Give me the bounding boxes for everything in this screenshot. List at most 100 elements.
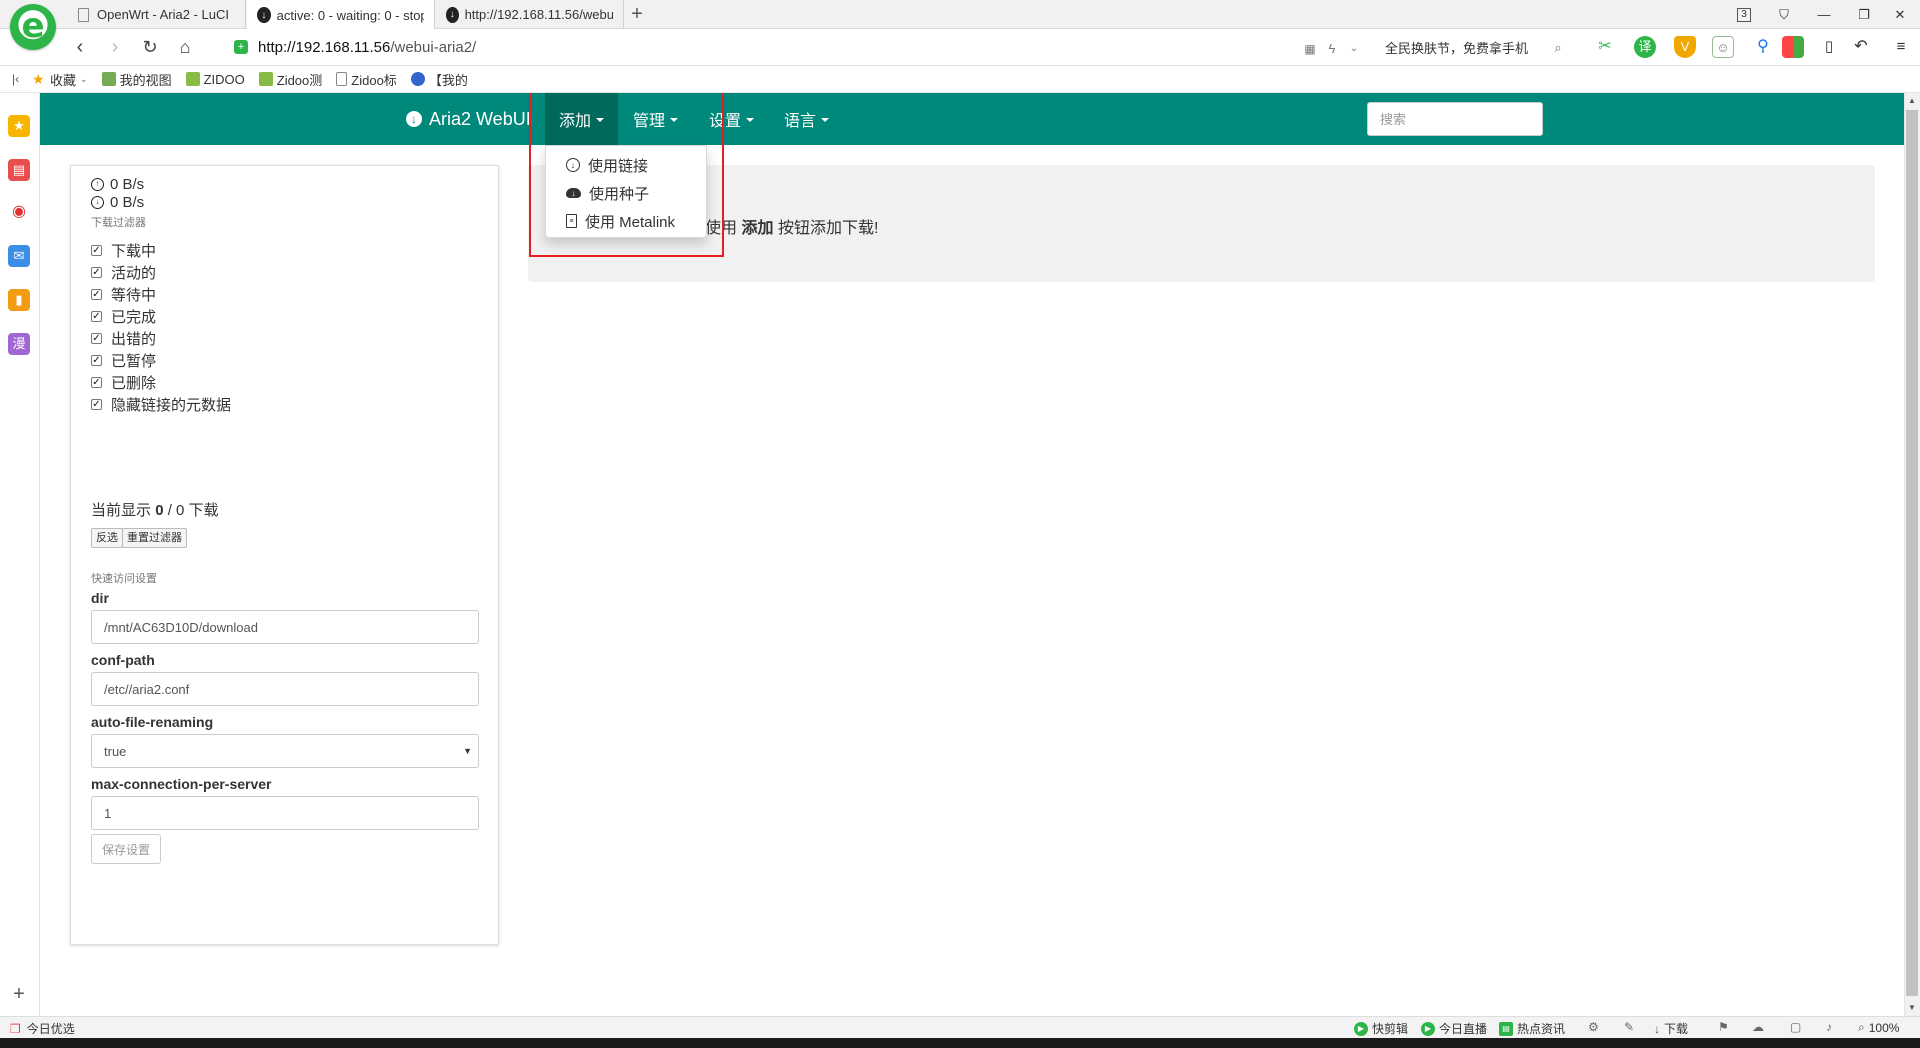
search-icon[interactable]: ⌕ xyxy=(1546,36,1570,60)
today-picks[interactable]: ❐ 今日优选 xyxy=(10,1020,75,1037)
webui-page: ↓ Aria2 WebUI 添加 管理 设置 语言 ↓使用链接 ↓使用种子 ≡使… xyxy=(40,93,1904,1016)
save-settings-button[interactable]: 保存设置 xyxy=(91,834,162,864)
checkbox-checked-icon[interactable]: ✓ xyxy=(91,244,102,256)
window-icon[interactable]: ▢ xyxy=(1790,1020,1801,1034)
browser-tab-active-aria2[interactable]: ↓ active: 0 - waiting: 0 - stopped xyxy=(247,0,435,30)
star-icon: ★ xyxy=(32,71,45,87)
scroll-up-icon[interactable]: ▲ xyxy=(1906,95,1918,107)
max-connection-field[interactable]: 1 xyxy=(91,796,479,830)
filter-removed[interactable]: ✓ 已删除 xyxy=(91,372,156,392)
add-by-uri-item[interactable]: ↓ 使用链接 xyxy=(546,151,706,179)
download-circle-icon: ↓ xyxy=(406,111,422,127)
checkbox-checked-icon[interactable]: ✓ xyxy=(91,354,102,366)
document-icon xyxy=(336,72,348,86)
qr-code-icon[interactable]: ▦ xyxy=(1298,37,1322,61)
filter-error[interactable]: ✓ 出错的 xyxy=(91,328,156,348)
filter-paused[interactable]: ✓ 已暂停 xyxy=(91,350,156,370)
reload-icon[interactable]: ↻ xyxy=(138,35,162,59)
browser-status-bar: ❐ 今日优选 ▶ 快剪辑 ▶ 今日直播 ▤ 热点资讯 ⚙ ✎ ↓ 下载 ⚑ ☁ ▢ ♪ ⌕… xyxy=(0,1016,1920,1038)
bookmark-item[interactable]: ZIDOO xyxy=(185,72,245,87)
max-connection-label: max-connection-per-server xyxy=(91,776,272,792)
volume-icon[interactable]: ♪ xyxy=(1826,1020,1832,1034)
url-text: http://192.168.11.56/webui-aria2/ xyxy=(258,38,477,56)
collapse-sidebar-icon[interactable]: |‹ xyxy=(12,72,24,86)
filter-waiting[interactable]: ✓ 等待中 xyxy=(91,284,156,304)
new-tab-button[interactable]: + xyxy=(626,3,648,25)
lightning-icon[interactable]: ϟ xyxy=(1320,37,1344,61)
checkbox-checked-icon[interactable]: ✓ xyxy=(91,288,102,300)
zoom-icon: ⌕ xyxy=(1858,1020,1865,1034)
translate-extension-icon[interactable]: 译 xyxy=(1634,36,1656,58)
quick-edit-link[interactable]: ▶ 快剪辑 xyxy=(1354,1020,1408,1037)
menu-settings[interactable]: 设置 xyxy=(695,93,768,145)
image-extension-icon[interactable]: ☺ xyxy=(1712,36,1734,58)
mail-icon[interactable]: ✉ xyxy=(8,245,30,267)
filter-active[interactable]: ✓ 活动的 xyxy=(91,262,156,282)
menu-icon[interactable]: ≡ xyxy=(1890,36,1912,58)
forward-icon[interactable]: › xyxy=(103,35,127,59)
browser-tab-openwrt[interactable]: OpenWrt - Aria2 - LuCI xyxy=(66,0,246,29)
bookmark-item[interactable]: 我的视图 xyxy=(101,70,172,89)
add-sidebar-item-icon[interactable]: + xyxy=(8,983,30,1005)
chevron-down-icon[interactable]: ⌄ xyxy=(1342,37,1366,61)
flag-icon[interactable]: ⚑ xyxy=(1718,1020,1729,1034)
search-input[interactable] xyxy=(1367,102,1543,136)
comic-icon[interactable]: 漫 xyxy=(8,333,30,355)
tab-count-button[interactable]: 3 xyxy=(1724,0,1764,29)
filter-downloading[interactable]: ✓ 下载中 xyxy=(91,240,156,260)
cloud-icon[interactable]: ☁ xyxy=(1752,1020,1764,1034)
menu-add[interactable]: 添加 xyxy=(545,93,619,145)
browser-tab-webui[interactable]: ↓ http://192.168.11.56/webui-aria2/ xyxy=(436,0,624,29)
conf-path-field[interactable]: /etc//aria2.conf xyxy=(91,672,479,706)
live-link[interactable]: ▶ 今日直播 xyxy=(1421,1020,1487,1037)
scroll-down-icon[interactable]: ▼ xyxy=(1906,1002,1918,1014)
weibo-icon[interactable]: ◉ xyxy=(8,201,30,223)
skin-shirt-icon[interactable]: ⛉ xyxy=(1764,0,1804,29)
auto-file-renaming-select[interactable]: true ▼ xyxy=(91,734,479,768)
favorites-star-icon[interactable]: ★ xyxy=(8,115,30,137)
filter-hide-metadata[interactable]: ✓ 隐藏链接的元数据 xyxy=(91,394,231,414)
menu-manage[interactable]: 管理 xyxy=(619,93,692,145)
reset-filters-button[interactable]: 重置过滤器 xyxy=(122,528,187,548)
hot-news-link[interactable]: ▤ 热点资讯 xyxy=(1499,1020,1565,1037)
reading-mode-icon[interactable]: ▯ xyxy=(1818,36,1840,58)
zoom-level[interactable]: ⌕ 100% xyxy=(1858,1020,1899,1035)
find-extension-icon[interactable]: ⚲ xyxy=(1752,36,1774,58)
checkbox-checked-icon[interactable]: ✓ xyxy=(91,376,102,388)
brand-title: Aria2 WebUI xyxy=(429,108,531,129)
tab-title: OpenWrt - Aria2 - LuCI xyxy=(97,7,229,22)
pin-icon[interactable]: ✎ xyxy=(1624,1020,1634,1034)
home-icon[interactable]: ⌂ xyxy=(173,35,197,59)
scissors-extension-icon[interactable]: ✂ xyxy=(1594,36,1616,58)
shield-extension-icon[interactable]: V xyxy=(1674,36,1696,58)
apps-grid-icon[interactable] xyxy=(1782,36,1804,58)
bookmark-item[interactable]: 【我的 xyxy=(410,70,468,89)
checkbox-checked-icon[interactable]: ✓ xyxy=(91,266,102,278)
dir-field[interactable]: /mnt/AC63D10D/download xyxy=(91,610,479,644)
back-icon[interactable]: ‹ xyxy=(68,35,92,59)
extension-icon[interactable]: ⚙ xyxy=(1588,1020,1599,1034)
checkbox-checked-icon[interactable]: ✓ xyxy=(91,310,102,322)
add-by-metalink-item[interactable]: ≡ 使用 Metalink xyxy=(546,207,706,235)
news-icon[interactable]: ▤ xyxy=(8,159,30,181)
undo-icon[interactable]: ↶ xyxy=(1850,36,1872,58)
brand[interactable]: ↓ Aria2 WebUI xyxy=(406,93,531,145)
book-icon[interactable]: ▮ xyxy=(8,289,30,311)
bookmark-item[interactable]: Zidoo标 xyxy=(336,70,397,89)
downloads-link[interactable]: ↓ 下载 xyxy=(1654,1020,1688,1037)
restore-button[interactable]: ❐ xyxy=(1844,0,1884,29)
bookmark-favorites[interactable]: ★ 收藏 ⌄ xyxy=(32,70,88,89)
checkbox-checked-icon[interactable]: ✓ xyxy=(91,398,102,410)
browser-logo-icon[interactable]: e xyxy=(10,4,56,50)
toggle-filters-button[interactable]: 反选 xyxy=(91,528,123,548)
minimize-button[interactable]: — xyxy=(1804,0,1844,29)
scroll-thumb[interactable] xyxy=(1906,110,1918,996)
menu-language[interactable]: 语言 xyxy=(770,93,843,145)
checkbox-checked-icon[interactable]: ✓ xyxy=(91,332,102,344)
address-bar[interactable]: + http://192.168.11.56/webui-aria2/ xyxy=(230,33,1330,61)
add-by-torrent-item[interactable]: ↓ 使用种子 xyxy=(546,179,706,207)
filter-complete[interactable]: ✓ 已完成 xyxy=(91,306,156,326)
bookmark-item[interactable]: Zidoo测 xyxy=(258,70,322,89)
promo-link[interactable]: 全民换肤节，免费拿手机 xyxy=(1385,38,1528,57)
close-window-button[interactable]: ✕ xyxy=(1880,0,1920,29)
